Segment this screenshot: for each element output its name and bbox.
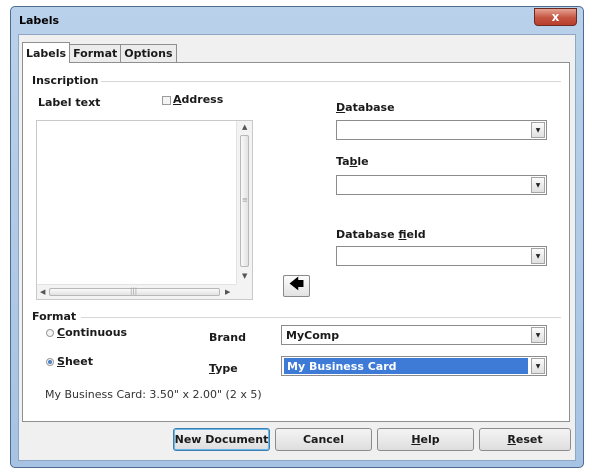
cancel-button[interactable]: Cancel [275,428,372,451]
continuous-radio[interactable] [46,329,54,337]
database-label: Database [336,101,395,114]
format-group-title: Format [32,310,77,323]
chevron-down-icon[interactable]: ▼ [531,177,545,193]
database-select[interactable]: ▼ [336,120,547,140]
tab-options[interactable]: Options [120,44,177,62]
new-document-button[interactable]: New Document [173,428,270,451]
dialog-window: Labels x Labels Format Options Inscripti… [10,6,584,468]
label-text-horizontal-scrollbar[interactable]: ◀ ||| ▶ [37,284,236,299]
title-bar[interactable]: Labels x [11,7,583,34]
brand-value: MyComp [286,329,340,342]
close-button[interactable]: x [534,8,577,26]
type-value: My Business Card [284,358,528,374]
scroll-left-icon[interactable]: ◀ [40,288,45,296]
reset-button-label: Reset [507,433,543,446]
chevron-down-icon[interactable]: ▼ [531,122,545,138]
button-bar: New Document Cancel Help Reset [19,420,575,460]
tab-labels[interactable]: Labels [22,42,71,63]
database-field-label: Database field [336,228,426,241]
tab-format[interactable]: Format [69,44,122,62]
cancel-button-label: Cancel [302,433,345,446]
grip-icon: ||| [130,287,138,295]
brand-label: Brand [209,331,246,344]
type-select[interactable]: My Business Card ▼ [281,356,547,376]
scroll-down-icon[interactable]: ▼ [242,272,247,280]
inscription-divider [101,81,561,82]
format-divider [81,317,561,318]
tab-page-labels: Inscription Label text Address ▲ ≡ ▼ ◀ |… [22,62,570,422]
format-description: My Business Card: 3.50" x 2.00" (2 x 5) [45,388,262,401]
label-text-area[interactable]: ▲ ≡ ▼ ◀ ||| ▶ [36,120,253,300]
tab-bar: Labels Format Options [22,42,177,63]
sheet-radio-label: Sheet [57,355,93,368]
close-icon: x [551,10,560,24]
chevron-down-icon[interactable]: ▼ [531,358,545,374]
address-checkbox[interactable] [162,96,171,105]
inscription-group-title: Inscription [32,74,99,87]
horizontal-scroll-thumb[interactable]: ||| [49,287,220,296]
scroll-corner [236,284,252,299]
insert-field-button[interactable]: 🡄 [283,275,310,297]
table-select[interactable]: ▼ [336,175,547,195]
label-text-vertical-scrollbar[interactable]: ▲ ≡ ▼ [236,121,252,285]
continuous-radio-label: Continuous [57,326,128,339]
help-button[interactable]: Help [377,428,474,451]
scroll-up-icon[interactable]: ▲ [242,123,247,131]
dialog-client: Labels Format Options Inscription Label … [18,34,576,461]
label-text-label: Label text [38,96,101,109]
grip-icon: ≡ [242,196,248,204]
arrow-left-icon: 🡄 [288,274,305,293]
chevron-down-icon[interactable]: ▼ [531,327,545,343]
vertical-scroll-thumb[interactable]: ≡ [240,135,249,267]
reset-button[interactable]: Reset [479,428,571,451]
address-checkbox-label: Address [173,93,224,106]
window-title: Labels [19,14,60,27]
scroll-right-icon[interactable]: ▶ [225,288,230,296]
new-document-button-label: New Document [174,433,269,446]
type-label: Type [209,362,238,375]
brand-select[interactable]: MyComp ▼ [281,325,547,345]
table-label: Table [336,155,369,168]
chevron-down-icon[interactable]: ▼ [531,248,545,264]
database-field-select[interactable]: ▼ [336,246,547,266]
sheet-radio[interactable] [46,358,54,366]
help-button-label: Help [411,433,440,446]
